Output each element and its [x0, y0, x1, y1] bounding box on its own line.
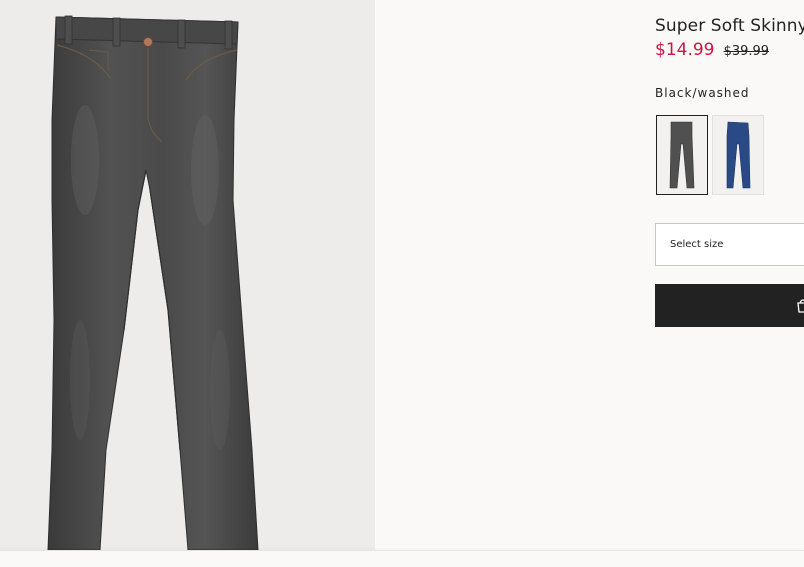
size-select[interactable]: Select size	[655, 223, 804, 266]
color-swatch-dark-blue[interactable]	[712, 115, 764, 195]
add-to-bag-button[interactable]	[655, 284, 804, 327]
product-image[interactable]	[0, 0, 375, 550]
color-swatch-black-washed[interactable]	[656, 115, 708, 195]
original-price: $39.99	[723, 44, 770, 59]
selected-color-name: Black/washed	[655, 86, 750, 100]
black-jeans-thumbnail-icon	[669, 121, 695, 189]
blue-jeans-thumbnail-icon	[726, 121, 751, 189]
size-select-label: Select size	[670, 239, 724, 250]
sale-price: $14.99	[655, 40, 715, 60]
shopping-bag-icon	[796, 298, 804, 316]
product-title: Super Soft Skinny	[655, 16, 804, 36]
product-page: Super Soft Skinny $14.99 $39.99 Black/wa…	[0, 0, 804, 567]
jeans-image	[47, 15, 259, 550]
price-row: $14.99 $39.99	[655, 40, 769, 60]
bottom-bar	[0, 550, 804, 567]
